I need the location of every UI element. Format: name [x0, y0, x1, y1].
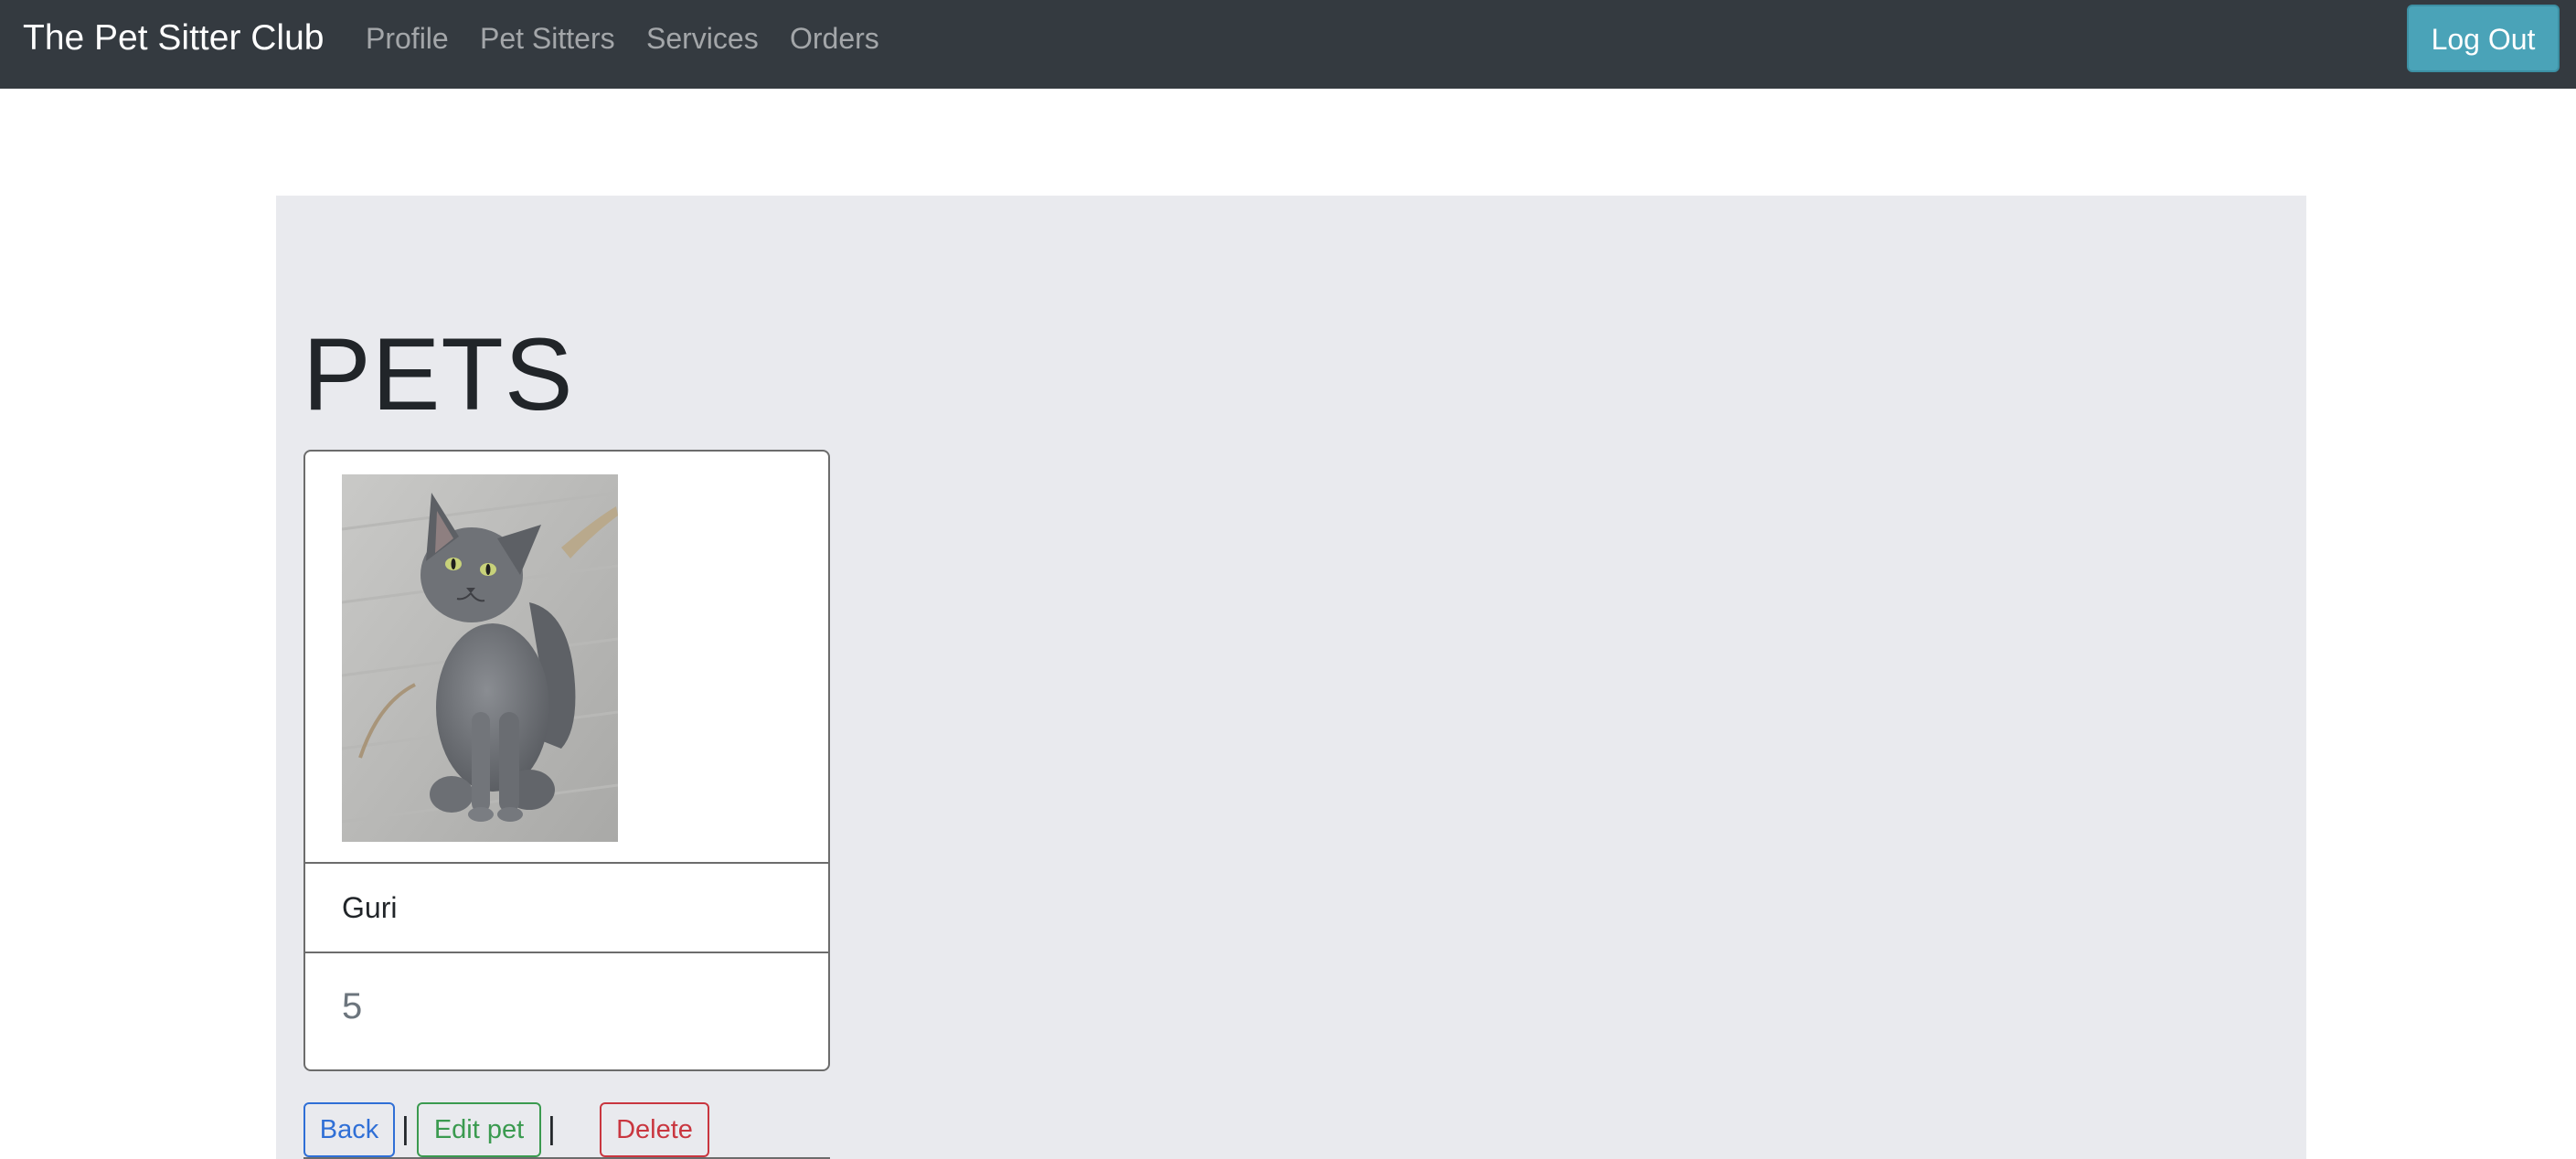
- pet-card: Guri 5: [303, 450, 830, 1071]
- pet-image-section: [305, 452, 828, 864]
- separator: |: [401, 1111, 410, 1146]
- back-button[interactable]: Back: [303, 1102, 395, 1157]
- pet-photo: [342, 474, 618, 842]
- nav-link-pet-sitters[interactable]: Pet Sitters: [480, 16, 615, 60]
- top-navbar: The Pet Sitter Club Profile Pet Sitters …: [0, 0, 2576, 89]
- delete-button[interactable]: Delete: [600, 1102, 709, 1157]
- pet-age-row: 5: [305, 953, 828, 1069]
- nav-link-profile[interactable]: Profile: [366, 16, 449, 60]
- pet-age: 5: [342, 986, 363, 1026]
- separator: |: [548, 1111, 556, 1146]
- nav-link-orders[interactable]: Orders: [790, 16, 879, 60]
- page-title: PETS: [303, 317, 574, 431]
- pet-name: Guri: [342, 891, 398, 924]
- pet-name-row: Guri: [305, 864, 828, 953]
- nav-link-services[interactable]: Services: [646, 16, 759, 60]
- brand-link[interactable]: The Pet Sitter Club: [23, 15, 324, 62]
- logout-button[interactable]: Log Out: [2407, 5, 2560, 72]
- edit-pet-button[interactable]: Edit pet: [417, 1102, 541, 1157]
